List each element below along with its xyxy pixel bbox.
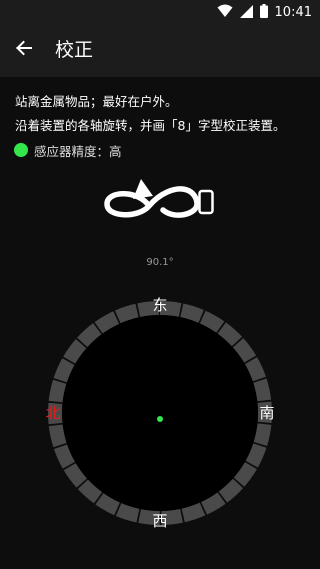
figure-eight-phone-icon <box>103 176 218 232</box>
accuracy-indicator <box>14 143 28 157</box>
compass-ring <box>48 301 272 525</box>
back-button[interactable] <box>6 32 42 68</box>
accuracy-label: 感应器精度：高 <box>34 143 122 159</box>
accuracy-row: 感应器精度：高 <box>14 141 122 159</box>
status-icons: 10:41 <box>217 3 312 21</box>
page-title: 校正 <box>55 39 94 61</box>
direction-label-north: 北 <box>45 404 61 422</box>
signal-icon <box>239 3 253 22</box>
instruction-line-2: 沿着装置的各轴旋转，并画「8」字型校正装置。 <box>15 118 286 133</box>
arrow-left-icon <box>14 38 34 62</box>
compass-dial: 东 北 南 西 <box>40 293 280 533</box>
status-time: 10:41 <box>274 4 312 20</box>
wifi-icon <box>217 3 233 22</box>
direction-label-east: 东 <box>152 296 168 314</box>
status-bar: 10:41 <box>0 0 320 24</box>
instruction-line-1: 站离金属物品；最好在户外。 <box>15 94 178 109</box>
app-bar: 校正 <box>0 24 320 77</box>
compass-center-dot <box>157 416 163 422</box>
battery-icon <box>259 3 268 22</box>
heading-readout: 90.1° <box>146 257 174 268</box>
direction-label-west: 西 <box>152 512 168 530</box>
direction-label-south: 南 <box>259 404 275 422</box>
